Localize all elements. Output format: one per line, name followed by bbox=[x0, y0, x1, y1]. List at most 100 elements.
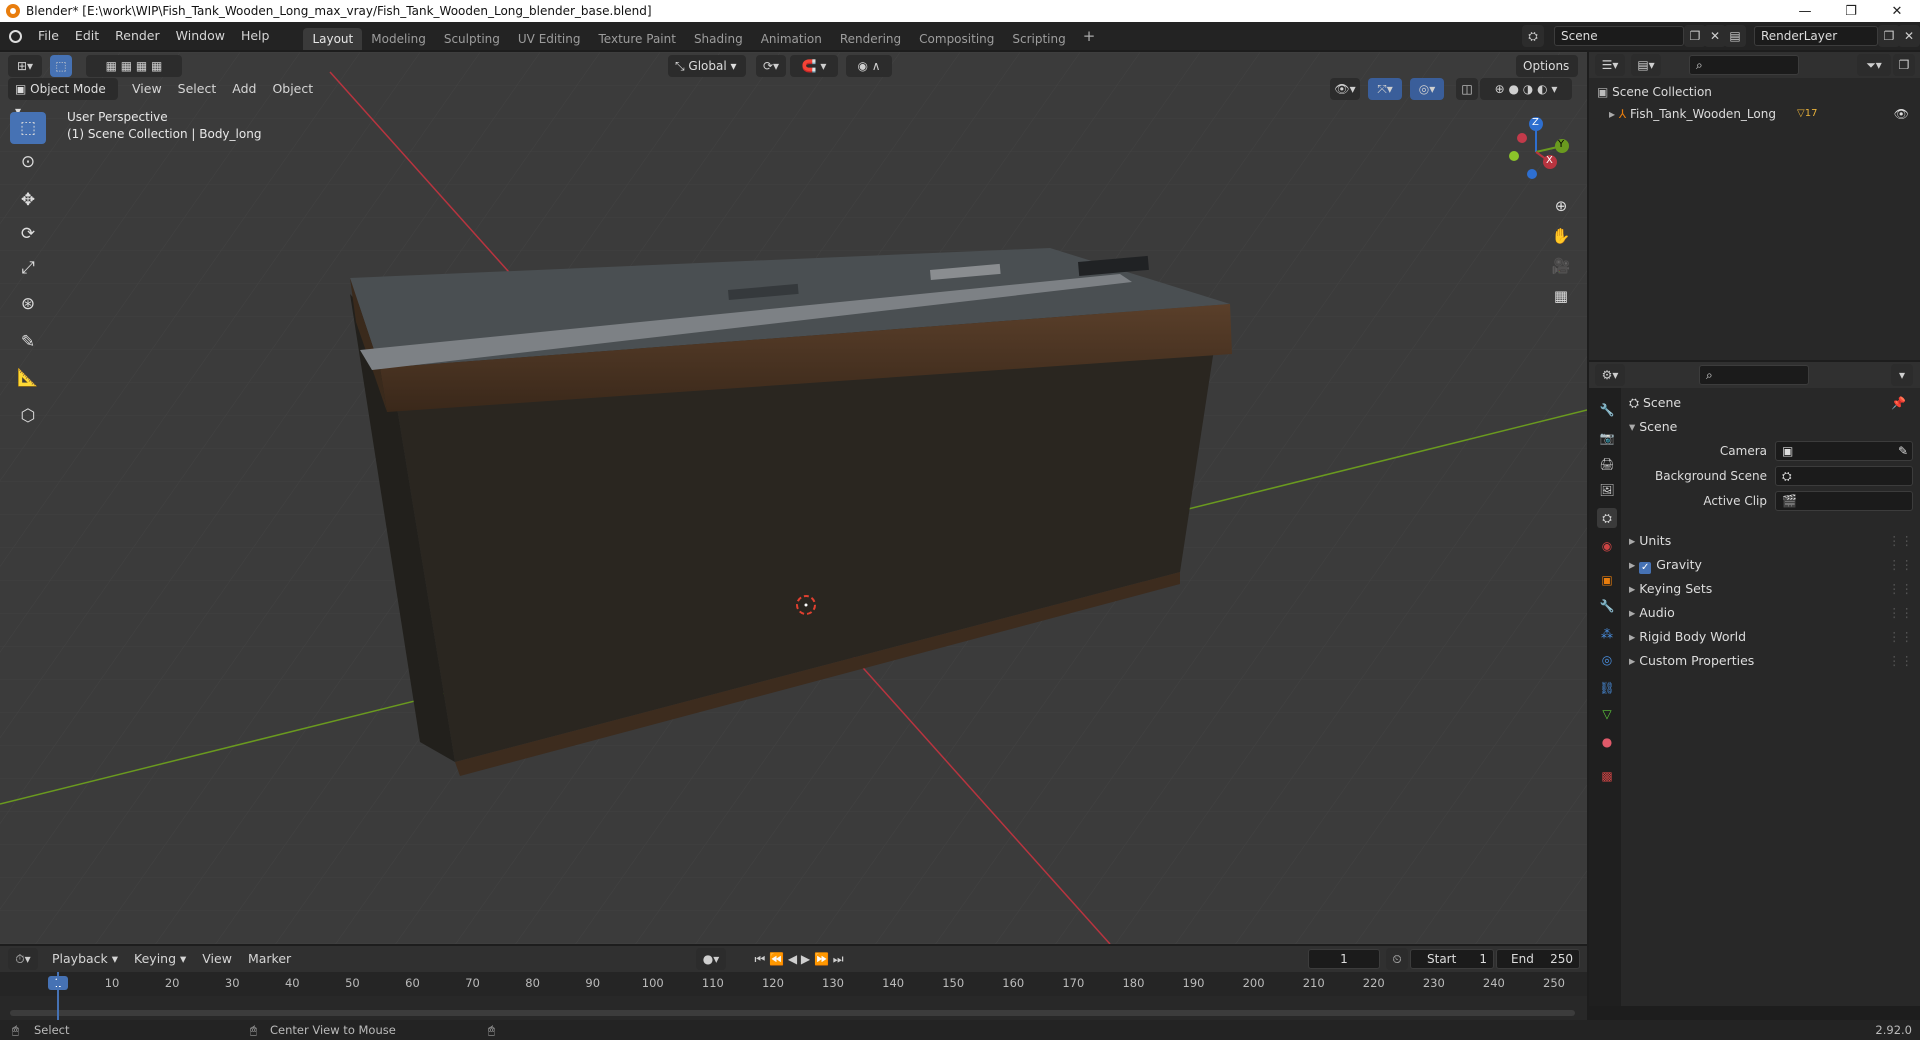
panel-gravity[interactable]: ▸ ✓ Gravity ⋮⋮ bbox=[1629, 554, 1913, 576]
tab-sculpting[interactable]: Sculpting bbox=[435, 28, 509, 50]
annotate-tool[interactable]: ✎ bbox=[10, 326, 46, 358]
drag-handle-icon[interactable]: ⋮⋮ bbox=[1888, 650, 1913, 672]
gizmo-toggle-icon[interactable]: ⤧▾ bbox=[1368, 78, 1402, 100]
panel-audio[interactable]: ▸ Audio ⋮⋮ bbox=[1629, 602, 1913, 624]
timeline-menu-keying[interactable]: Keying ▾ bbox=[126, 946, 194, 972]
drag-handle-icon[interactable]: ⋮⋮ bbox=[1888, 602, 1913, 624]
measure-tool[interactable]: 📐 bbox=[10, 362, 46, 394]
playback-controls[interactable]: ⏮ ⏪ ◀ ▶ ⏩ ⏭ bbox=[744, 948, 854, 970]
tab-texture-paint[interactable]: Texture Paint bbox=[590, 28, 685, 50]
snap-icon[interactable]: 🧲 ▾ bbox=[790, 55, 838, 77]
panel-keying-sets[interactable]: ▸ Keying Sets ⋮⋮ bbox=[1629, 578, 1913, 600]
panel-units[interactable]: ▸ Units ⋮⋮ bbox=[1629, 530, 1913, 552]
overlay-toggle-icon[interactable]: ◎▾ bbox=[1410, 78, 1444, 100]
transform-tool[interactable]: ⊛ bbox=[10, 288, 46, 320]
timeline-track[interactable] bbox=[0, 996, 1587, 1020]
scene-tab-icon[interactable]: ⛭ bbox=[1597, 508, 1617, 528]
drag-handle-icon[interactable]: ⋮⋮ bbox=[1888, 554, 1913, 576]
blender-menu-icon[interactable] bbox=[0, 22, 30, 50]
view-layer-tab-icon[interactable]: 🖼 bbox=[1597, 480, 1617, 500]
new-view-layer-icon[interactable]: ❐ bbox=[1878, 25, 1900, 47]
constraints-tab-icon[interactable]: ⛓ bbox=[1597, 678, 1617, 698]
timeline-scrollbar[interactable] bbox=[10, 1010, 1575, 1016]
physics-tab-icon[interactable]: ◎ bbox=[1597, 650, 1617, 670]
scene-name-field[interactable]: Scene bbox=[1554, 26, 1684, 46]
children-badge[interactable]: ▽17 bbox=[1797, 104, 1817, 124]
scene-section-header[interactable]: ▾ Scene bbox=[1629, 416, 1677, 438]
display-mode-icon[interactable]: ▤▾ bbox=[1631, 54, 1661, 76]
timeline-menu-playback[interactable]: Playback ▾ bbox=[44, 946, 126, 972]
start-frame-field[interactable]: Start 1 bbox=[1410, 949, 1494, 969]
panel-rigid-body-world[interactable]: ▸ Rigid Body World ⋮⋮ bbox=[1629, 626, 1913, 648]
drag-handle-icon[interactable]: ⋮⋮ bbox=[1888, 530, 1913, 552]
move-tool[interactable]: ✥ bbox=[10, 184, 46, 216]
zoom-icon[interactable]: ⊕ bbox=[1547, 192, 1575, 220]
delete-view-layer-icon[interactable]: ✕ bbox=[1898, 25, 1920, 47]
tab-compositing[interactable]: Compositing bbox=[910, 28, 1003, 50]
gravity-checkbox[interactable]: ✓ bbox=[1639, 562, 1652, 574]
mode-dropdown[interactable]: ▣ Object Mode ▾ bbox=[8, 78, 118, 118]
close-button[interactable]: ✕ bbox=[1874, 0, 1920, 22]
tab-scripting[interactable]: Scripting bbox=[1003, 28, 1074, 50]
camera-view-icon[interactable]: 🎥 bbox=[1547, 252, 1575, 280]
add-cube-tool[interactable]: ⬡ bbox=[10, 400, 46, 432]
properties-search-input[interactable]: ⌕ bbox=[1699, 365, 1809, 385]
texture-tab-icon[interactable]: ▩ bbox=[1597, 766, 1617, 786]
tab-animation[interactable]: Animation bbox=[752, 28, 831, 50]
cursor-tool[interactable]: ⊙ bbox=[10, 146, 46, 178]
scene-collection-row[interactable]: ▣ Scene Collection bbox=[1597, 82, 1712, 102]
playhead-line[interactable] bbox=[57, 972, 59, 1020]
render-tab-icon[interactable]: 📷 bbox=[1597, 428, 1617, 448]
field-camera[interactable]: ▣ ✎ bbox=[1775, 441, 1913, 461]
tab-shading[interactable]: Shading bbox=[685, 28, 752, 50]
menu-window[interactable]: Window bbox=[168, 22, 233, 50]
timeline-menu-marker[interactable]: Marker bbox=[240, 946, 299, 972]
filter-icon[interactable]: ⏷▾ bbox=[1857, 54, 1891, 76]
eye-visibility-icon[interactable]: 👁 bbox=[1894, 104, 1909, 124]
select-tool-icon[interactable]: ⬚ bbox=[50, 55, 72, 77]
transform-orientation-dropdown[interactable]: ⤡ Global ▾ bbox=[668, 55, 746, 77]
visibility-icon[interactable]: 👁▾ bbox=[1330, 78, 1360, 100]
delete-scene-icon[interactable]: ✕ bbox=[1704, 25, 1726, 47]
proportional-edit-icon[interactable]: ◉ ∧ bbox=[846, 55, 892, 77]
output-tab-icon[interactable]: 🖨 bbox=[1597, 454, 1617, 474]
viewport-menu-select[interactable]: Select bbox=[170, 78, 225, 100]
view-layer-icon[interactable]: ▤ bbox=[1724, 25, 1746, 47]
material-tab-icon[interactable]: ● bbox=[1597, 732, 1617, 752]
expand-arrow-icon[interactable]: ▸ bbox=[1609, 107, 1619, 121]
add-workspace-button[interactable]: + bbox=[1075, 22, 1104, 50]
timeline-editor-icon[interactable]: ⏱▾ bbox=[8, 948, 38, 970]
drag-handle-icon[interactable]: ⋮⋮ bbox=[1888, 626, 1913, 648]
editor-type-icon[interactable]: ⊞▾ bbox=[8, 55, 42, 77]
maximize-button[interactable]: ❐ bbox=[1828, 0, 1874, 22]
tab-rendering[interactable]: Rendering bbox=[831, 28, 910, 50]
select-box-tool[interactable]: ⬚ bbox=[10, 112, 46, 144]
menu-help[interactable]: Help bbox=[233, 22, 278, 50]
viewport-menu-view[interactable]: View bbox=[124, 78, 170, 100]
pin-icon[interactable]: 📌 bbox=[1891, 396, 1906, 410]
scale-tool[interactable]: ⤢ bbox=[10, 252, 46, 284]
options-dropdown[interactable]: Options ▾ bbox=[1516, 55, 1578, 95]
modifier-tab-icon[interactable]: 🔧 bbox=[1597, 596, 1617, 616]
minimize-button[interactable]: — bbox=[1782, 0, 1828, 22]
pan-hand-icon[interactable]: ✋ bbox=[1547, 222, 1575, 250]
navigation-gizmo[interactable]: Z Y X bbox=[1496, 112, 1576, 192]
object-tab-icon[interactable]: ▣ bbox=[1597, 570, 1617, 590]
world-tab-icon[interactable]: ◉ bbox=[1597, 536, 1617, 556]
shading-mode-icons[interactable]: ⊕ ● ◑ ◐ ▾ bbox=[1480, 78, 1572, 100]
menu-render[interactable]: Render bbox=[107, 22, 168, 50]
xray-icon[interactable]: ◫ bbox=[1456, 78, 1478, 100]
ortho-grid-icon[interactable]: ▦ bbox=[1547, 282, 1575, 310]
particles-tab-icon[interactable]: ⁂ bbox=[1597, 624, 1617, 644]
rotate-tool[interactable]: ⟳ bbox=[10, 218, 46, 250]
field-background-scene[interactable]: ⛭ bbox=[1775, 466, 1913, 486]
current-frame-field[interactable]: 1 bbox=[1308, 949, 1380, 969]
eyedropper-icon[interactable]: ✎ bbox=[1898, 442, 1908, 460]
scene-icon[interactable]: ⛭ bbox=[1522, 25, 1544, 47]
tab-modeling[interactable]: Modeling bbox=[362, 28, 435, 50]
selection-mode-icons[interactable]: ▦ ▦ ▦ ▦ bbox=[86, 55, 182, 77]
outliner-search-input[interactable]: ⌕ bbox=[1689, 55, 1799, 75]
drag-handle-icon[interactable]: ⋮⋮ bbox=[1888, 578, 1913, 600]
new-collection-icon[interactable]: ❐ bbox=[1893, 54, 1915, 76]
record-icon[interactable]: ●▾ bbox=[696, 948, 726, 970]
